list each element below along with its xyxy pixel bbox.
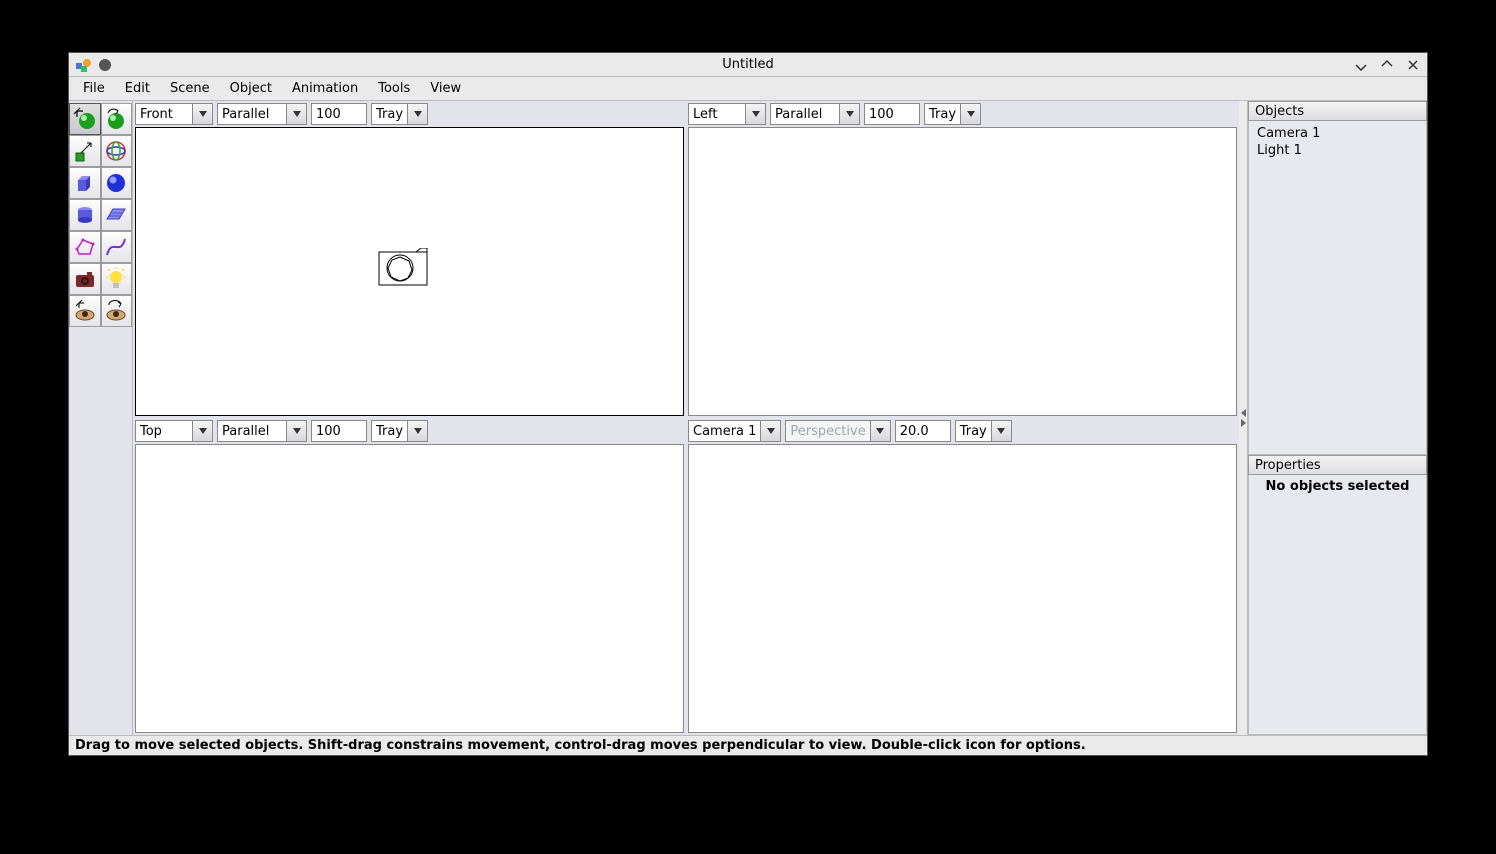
menu-tools[interactable]: Tools bbox=[368, 78, 420, 99]
projection-selector[interactable]: Parallel bbox=[217, 103, 307, 125]
chevron-down-icon[interactable] bbox=[408, 420, 428, 442]
chevron-down-icon[interactable] bbox=[408, 103, 428, 125]
objects-panel-header: Objects bbox=[1248, 101, 1427, 121]
projection-selector[interactable]: Parallel bbox=[770, 103, 860, 125]
view-selector[interactable]: Camera 1 bbox=[688, 420, 781, 442]
properties-empty-message: No objects selected bbox=[1266, 479, 1410, 494]
app-window: Untitled File Edit Scene Object Animatio… bbox=[68, 52, 1428, 756]
tool-scale[interactable] bbox=[69, 135, 101, 167]
menu-file[interactable]: File bbox=[73, 78, 115, 99]
chevron-down-icon[interactable] bbox=[287, 103, 307, 125]
tool-rotate[interactable] bbox=[101, 103, 133, 135]
chevron-down-icon[interactable] bbox=[961, 103, 981, 125]
tool-palette bbox=[69, 101, 133, 735]
menu-scene[interactable]: Scene bbox=[160, 78, 220, 99]
objects-list[interactable]: Camera 1 Light 1 bbox=[1248, 121, 1427, 455]
menubar: File Edit Scene Object Animation Tools V… bbox=[69, 77, 1427, 101]
zoom-input[interactable] bbox=[311, 103, 367, 125]
menu-edit[interactable]: Edit bbox=[115, 78, 160, 99]
window-title: Untitled bbox=[69, 57, 1427, 72]
zoom-input[interactable] bbox=[311, 420, 367, 442]
app-icon bbox=[75, 57, 93, 73]
viewport-grid: Front Parallel Tray bbox=[133, 101, 1239, 735]
viewport-left: Left Parallel Tray bbox=[686, 101, 1239, 418]
tool-pan-view[interactable] bbox=[69, 295, 101, 327]
status-text: Drag to move selected objects. Shift-dra… bbox=[75, 738, 1086, 753]
tool-plane[interactable] bbox=[101, 199, 133, 231]
object-item[interactable]: Camera 1 bbox=[1257, 125, 1418, 142]
viewport-canvas[interactable] bbox=[135, 127, 684, 416]
tool-camera[interactable] bbox=[69, 263, 101, 295]
tool-curve[interactable] bbox=[101, 231, 133, 263]
viewport-canvas[interactable] bbox=[135, 444, 684, 733]
window-pin-icon[interactable] bbox=[99, 59, 111, 71]
tray-selector[interactable]: Tray bbox=[371, 420, 428, 442]
zoom-input[interactable] bbox=[895, 420, 951, 442]
minimize-button[interactable] bbox=[1353, 57, 1369, 73]
tool-move[interactable] bbox=[69, 103, 101, 135]
tool-cylinder[interactable] bbox=[69, 199, 101, 231]
viewport-camera: Camera 1 Perspective Tray bbox=[686, 418, 1239, 735]
tray-selector[interactable]: Tray bbox=[371, 103, 428, 125]
menu-animation[interactable]: Animation bbox=[282, 78, 368, 99]
viewport-toolbar: Front Parallel Tray bbox=[133, 101, 686, 127]
chevron-down-icon[interactable] bbox=[992, 420, 1012, 442]
panel-splitter[interactable] bbox=[1239, 101, 1247, 735]
content-area: Front Parallel Tray bbox=[69, 101, 1427, 735]
object-item[interactable]: Light 1 bbox=[1257, 142, 1418, 159]
statusbar: Drag to move selected objects. Shift-dra… bbox=[69, 735, 1427, 755]
tool-sphere[interactable] bbox=[101, 167, 133, 199]
view-selector[interactable]: Left bbox=[688, 103, 766, 125]
chevron-down-icon[interactable] bbox=[193, 103, 213, 125]
close-button[interactable] bbox=[1405, 57, 1421, 73]
viewport-canvas[interactable] bbox=[688, 444, 1237, 733]
chevron-down-icon[interactable] bbox=[746, 103, 766, 125]
tool-light[interactable] bbox=[101, 263, 133, 295]
view-selector[interactable]: Top bbox=[135, 420, 213, 442]
zoom-input[interactable] bbox=[864, 103, 920, 125]
properties-panel-header: Properties bbox=[1248, 455, 1427, 475]
tool-cube[interactable] bbox=[69, 167, 101, 199]
view-selector[interactable]: Front bbox=[135, 103, 213, 125]
projection-selector[interactable]: Perspective bbox=[785, 420, 890, 442]
viewport-top: Top Parallel Tray bbox=[133, 418, 686, 735]
viewport-toolbar: Camera 1 Perspective Tray bbox=[686, 418, 1239, 444]
tray-selector[interactable]: Tray bbox=[955, 420, 1012, 442]
viewport-toolbar: Left Parallel Tray bbox=[686, 101, 1239, 127]
chevron-down-icon[interactable] bbox=[761, 420, 781, 442]
chevron-down-icon[interactable] bbox=[840, 103, 860, 125]
chevron-down-icon[interactable] bbox=[193, 420, 213, 442]
tray-selector[interactable]: Tray bbox=[924, 103, 981, 125]
tool-polygon[interactable] bbox=[69, 231, 101, 263]
properties-panel-body: No objects selected bbox=[1248, 475, 1427, 735]
chevron-down-icon[interactable] bbox=[287, 420, 307, 442]
right-panel: Objects Camera 1 Light 1 Properties No o… bbox=[1247, 101, 1427, 735]
menu-object[interactable]: Object bbox=[220, 78, 282, 99]
tool-orbit-view[interactable] bbox=[101, 295, 133, 327]
maximize-button[interactable] bbox=[1379, 57, 1395, 73]
camera-icon bbox=[378, 248, 428, 286]
projection-selector[interactable]: Parallel bbox=[217, 420, 307, 442]
menu-view[interactable]: View bbox=[420, 78, 471, 99]
viewport-front: Front Parallel Tray bbox=[133, 101, 686, 418]
chevron-down-icon[interactable] bbox=[871, 420, 891, 442]
viewport-toolbar: Top Parallel Tray bbox=[133, 418, 686, 444]
tool-universal[interactable] bbox=[101, 135, 133, 167]
titlebar: Untitled bbox=[69, 53, 1427, 77]
viewport-canvas[interactable] bbox=[688, 127, 1237, 416]
